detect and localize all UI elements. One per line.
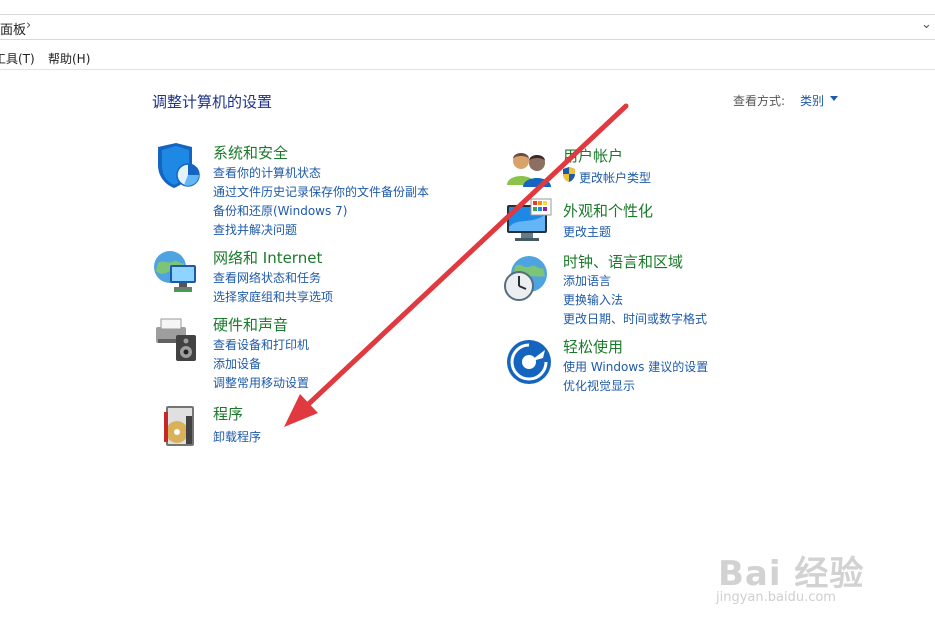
annotation-arrow-icon — [284, 103, 629, 427]
watermark-logo: Bai 经验 — [718, 554, 865, 594]
watermark-url: jingyan.baidu.com — [716, 590, 836, 605]
